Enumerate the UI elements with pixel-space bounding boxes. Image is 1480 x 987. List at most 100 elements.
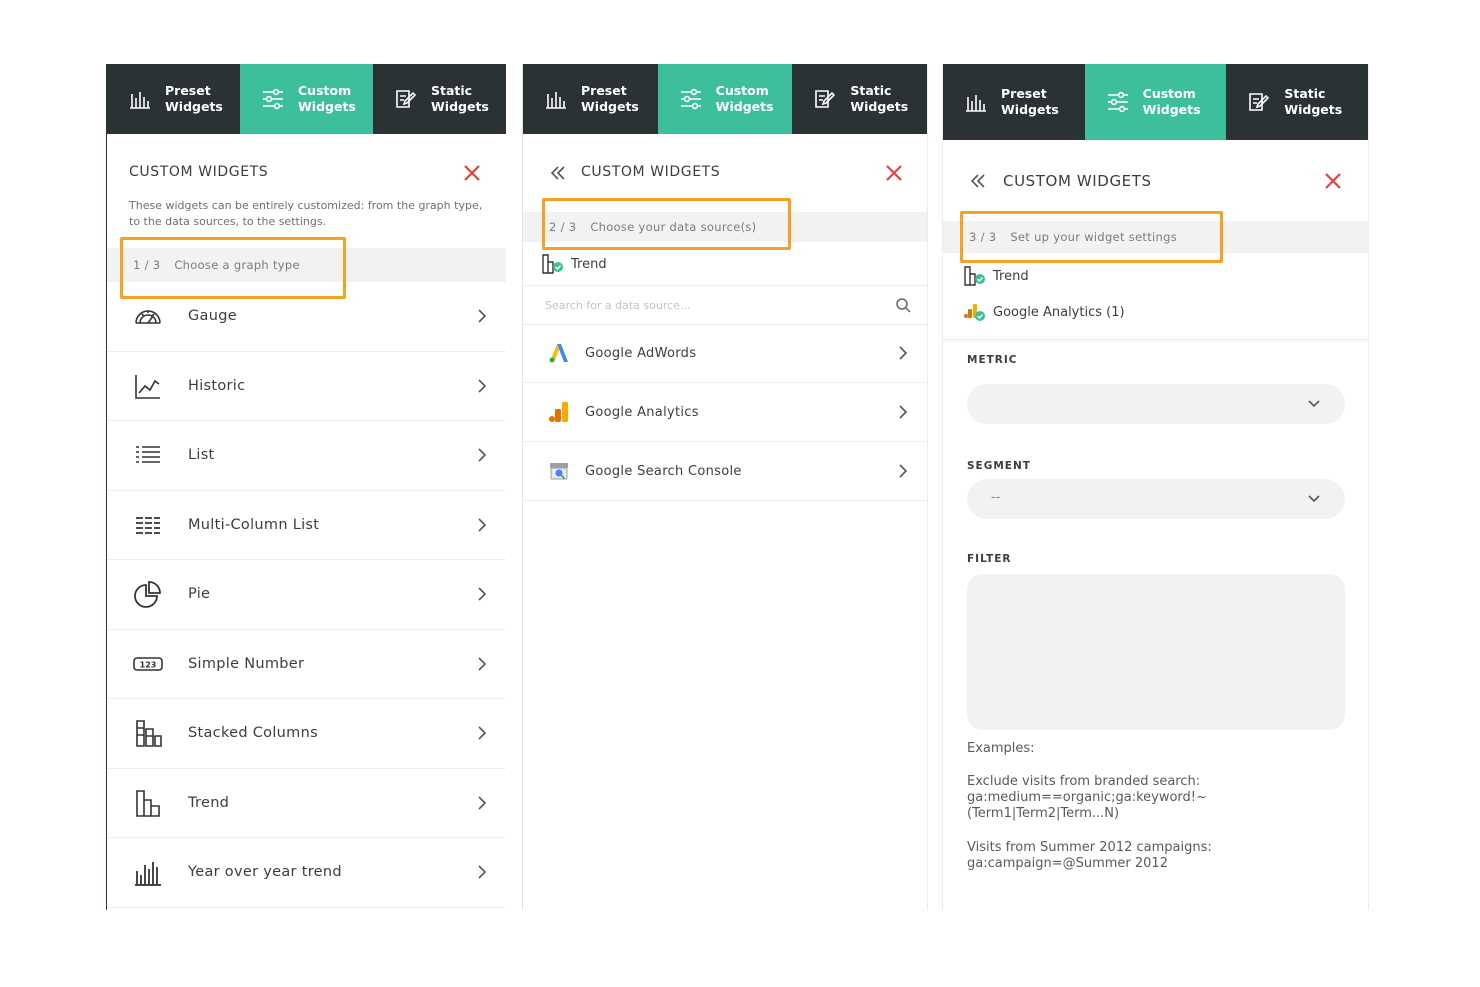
- source-google-analytics[interactable]: Google Analytics: [523, 383, 927, 442]
- source-label: Google Search Console: [585, 463, 742, 479]
- tab-label: Custom Widgets: [1142, 86, 1201, 117]
- selected-graph-type: Trend: [963, 266, 1029, 286]
- tab-static-widgets[interactable]: Static Widgets: [373, 64, 506, 134]
- trend-check-icon: [963, 266, 987, 286]
- close-icon[interactable]: [463, 164, 481, 182]
- selected-graph-type: Trend: [541, 254, 607, 274]
- tab-label: Static Widgets: [1284, 86, 1343, 117]
- tab-static-widgets[interactable]: Static Widgets: [1226, 64, 1368, 140]
- sliders-icon: [678, 86, 704, 112]
- google-search-console-icon: [547, 459, 571, 483]
- double-chevron-left-icon[interactable]: [549, 164, 567, 182]
- graph-type-simple-number[interactable]: 123 Simple Number: [107, 630, 506, 699]
- chevron-right-icon: [476, 725, 488, 741]
- filter-example-1-title: Exclude visits from branded search:: [967, 774, 1201, 789]
- graph-type-year-over-year-trend[interactable]: Year over year trend: [107, 838, 506, 908]
- filter-example-1-code: ga:medium==organic;ga:keyword!~: [967, 790, 1207, 805]
- graph-type-list[interactable]: List: [107, 421, 506, 491]
- panel-header: CUSTOM WIDGETS: [943, 140, 1368, 220]
- selected-source-label: Google Analytics (1): [993, 304, 1125, 320]
- google-analytics-check-icon: [963, 302, 987, 322]
- edit-document-icon: [812, 86, 838, 112]
- graph-type-gauge[interactable]: Gauge: [107, 282, 506, 352]
- chevron-down-icon: [1307, 398, 1321, 410]
- graph-type-stacked-columns[interactable]: Stacked Columns: [107, 699, 506, 769]
- graph-type-label: Historic: [188, 377, 246, 394]
- chevron-right-icon: [476, 586, 488, 602]
- panel-title: CUSTOM WIDGETS: [581, 164, 721, 180]
- tab-preset-widgets[interactable]: Preset Widgets: [107, 64, 240, 134]
- simple-number-glyph: 123: [140, 660, 157, 669]
- tab-label: Custom Widgets: [298, 83, 356, 114]
- chevron-right-icon: [897, 463, 909, 479]
- chevron-right-icon: [476, 656, 488, 672]
- graph-type-list: Gauge Historic List Multi-Column List Pi…: [107, 282, 506, 908]
- chevron-right-icon: [897, 345, 909, 361]
- graph-type-multi-column-list[interactable]: Multi-Column List: [107, 491, 506, 560]
- search-icon[interactable]: [895, 297, 911, 313]
- chevron-right-icon: [476, 795, 488, 811]
- tab-preset-widgets[interactable]: Preset Widgets: [523, 64, 658, 134]
- widget-tab-bar: Preset Widgets Custom Widgets Static Wid…: [943, 64, 1368, 140]
- google-adwords-icon: [547, 341, 571, 365]
- close-icon[interactable]: [1324, 172, 1342, 190]
- tab-custom-widgets[interactable]: Custom Widgets: [657, 64, 793, 134]
- data-source-search: [523, 285, 927, 325]
- graph-type-label: Gauge: [188, 308, 237, 325]
- panel-title: CUSTOM WIDGETS: [1003, 172, 1152, 190]
- filter-input[interactable]: [967, 574, 1345, 730]
- tab-custom-widgets[interactable]: Custom Widgets: [240, 64, 373, 134]
- selected-graph-label: Trend: [993, 268, 1029, 284]
- google-analytics-icon: [547, 400, 571, 424]
- close-icon[interactable]: [885, 164, 903, 182]
- widget-tab-bar: Preset Widgets Custom Widgets Static Wid…: [523, 64, 927, 134]
- double-chevron-left-icon[interactable]: [969, 172, 987, 190]
- graph-type-label: Simple Number: [188, 655, 305, 672]
- source-google-search-console[interactable]: Google Search Console: [523, 442, 927, 501]
- list-icon: [133, 440, 163, 470]
- sliders-icon: [1105, 89, 1131, 115]
- filter-example-2-title: Visits from Summer 2012 campaigns:: [967, 840, 1212, 855]
- tab-custom-widgets[interactable]: Custom Widgets: [1084, 64, 1227, 140]
- selection-summary: [943, 250, 1368, 340]
- graph-type-trend[interactable]: Trend: [107, 769, 506, 838]
- search-input[interactable]: [545, 286, 885, 324]
- tab-static-widgets[interactable]: Static Widgets: [792, 64, 927, 134]
- source-label: Google AdWords: [585, 345, 697, 361]
- selected-graph-label: Trend: [571, 256, 607, 272]
- graph-type-label: List: [188, 447, 215, 464]
- filter-example-1-code-cont: (Term1|Term2|Term...N): [967, 806, 1120, 821]
- trend-icon: [133, 788, 163, 818]
- widget-settings-panel: Preset Widgets Custom Widgets Static Wid…: [942, 64, 1369, 910]
- segment-label: SEGMENT: [967, 460, 1031, 472]
- panel-title: CUSTOM WIDGETS: [129, 164, 269, 180]
- graph-type-label: Multi-Column List: [188, 516, 320, 533]
- source-google-adwords[interactable]: Google AdWords: [523, 324, 927, 383]
- graph-type-label: Year over year trend: [188, 864, 342, 881]
- tab-label: Custom Widgets: [715, 83, 774, 114]
- segment-value: --: [991, 490, 1001, 505]
- chevron-right-icon: [476, 308, 488, 324]
- bar-chart-icon: [127, 86, 153, 112]
- filter-example-2-code: ga:campaign=@Summer 2012: [967, 856, 1168, 871]
- tab-label: Static Widgets: [431, 83, 489, 114]
- tab-label: Static Widgets: [850, 83, 909, 114]
- graph-type-pie[interactable]: Pie: [107, 560, 506, 630]
- graph-type-panel: Preset Widgets Custom Widgets Static Wid…: [106, 64, 506, 910]
- edit-document-icon: [393, 86, 419, 112]
- tab-preset-widgets[interactable]: Preset Widgets: [943, 64, 1085, 140]
- multi-column-list-icon: [133, 510, 163, 540]
- historic-icon: [133, 371, 163, 401]
- panel-description: These widgets can be entirely customized…: [129, 199, 483, 228]
- pie-icon: [133, 579, 163, 609]
- metric-select[interactable]: [967, 384, 1345, 424]
- segment-select[interactable]: --: [967, 479, 1345, 519]
- graph-type-label: Stacked Columns: [188, 725, 318, 742]
- tab-label: Preset Widgets: [165, 83, 223, 114]
- graph-type-historic[interactable]: Historic: [107, 352, 506, 421]
- tab-label: Preset Widgets: [581, 83, 639, 114]
- chevron-right-icon: [476, 864, 488, 880]
- stacked-columns-icon: [133, 718, 163, 748]
- widget-tab-bar: Preset Widgets Custom Widgets Static Wid…: [107, 64, 506, 134]
- bar-chart-icon: [963, 89, 989, 115]
